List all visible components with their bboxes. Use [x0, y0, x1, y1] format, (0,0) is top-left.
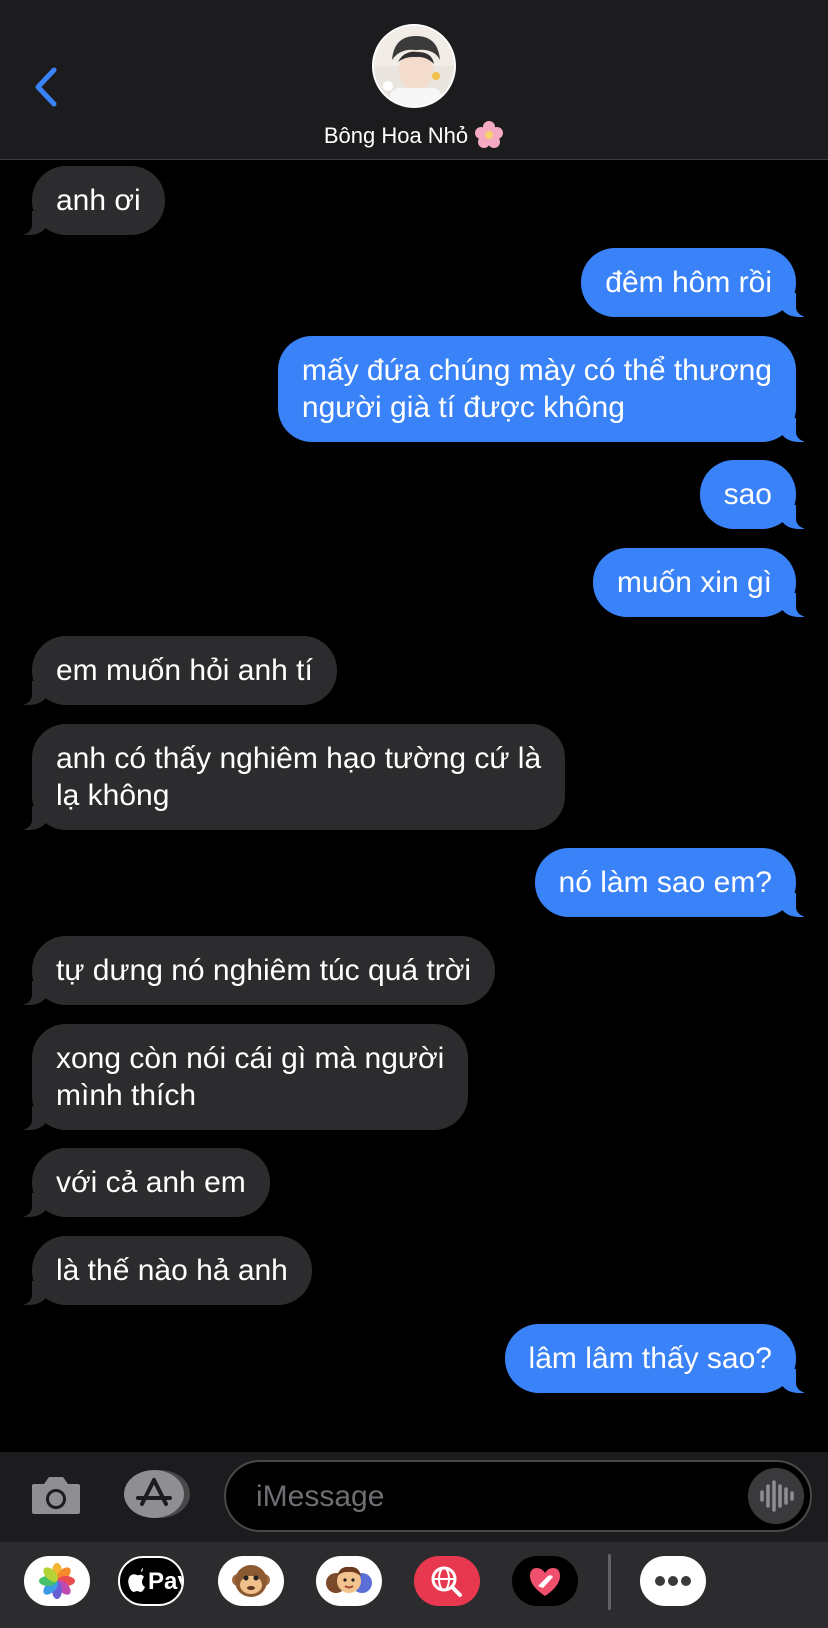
- conversation-header: Bông Hoa Nhỏ: [0, 0, 828, 160]
- cherry-blossom-icon: [475, 121, 504, 148]
- message-bubble-outgoing[interactable]: lâm lâm thấy sao?: [504, 1324, 815, 1393]
- message-line: là thế nào hả anh: [56, 1254, 288, 1287]
- message-line: với cả anh em: [56, 1166, 246, 1199]
- memoji-app-button[interactable]: [316, 1556, 382, 1606]
- apple-pay-label: Pay: [148, 1568, 182, 1595]
- message-bubble-incoming[interactable]: anh có thấy nghiêm hạo tường cứ là lạ khô…: [13, 724, 566, 830]
- monkey-emoji-icon: [232, 1565, 270, 1597]
- message-line: mình thích: [56, 1079, 197, 1112]
- message-line: lâm lâm thấy sao?: [528, 1342, 772, 1375]
- heart-touch-icon: [530, 1568, 560, 1596]
- animoji-app-button[interactable]: [218, 1556, 284, 1606]
- message-line: lạ không: [56, 779, 170, 812]
- chevron-left-icon: [35, 67, 57, 107]
- message-bubble-incoming[interactable]: em muốn hỏi anh tí: [14, 636, 337, 705]
- message-bubble-outgoing[interactable]: mấy đứa chúng mày có thể thương người già…: [277, 336, 815, 442]
- message-line: muốn xin gì: [616, 566, 772, 599]
- apple-pay-button[interactable]: Pay: [118, 1556, 184, 1606]
- apple-logo-icon: [128, 1568, 145, 1592]
- message-bubble-outgoing[interactable]: sao: [699, 460, 815, 529]
- back-button[interactable]: [30, 62, 66, 112]
- contact-name-label: Bông Hoa Nhỏ: [323, 123, 469, 148]
- message-line: người già tí được không: [301, 391, 625, 424]
- message-line: xong còn nói cái gì mà người: [56, 1042, 445, 1075]
- message-line: nó làm sao em?: [558, 866, 772, 899]
- message-bubble-incoming[interactable]: xong còn nói cái gì mà người mình thích: [13, 1024, 469, 1130]
- contact-name[interactable]: Bông Hoa Nhỏ: [0, 120, 828, 150]
- ellipsis-icon: [655, 1576, 691, 1586]
- web-search-app-button[interactable]: [414, 1556, 480, 1606]
- message-line: tự dưng nó nghiêm túc quá trời: [56, 954, 472, 987]
- message-line: em muốn hỏi anh tí: [56, 654, 313, 687]
- message-bubble-incoming[interactable]: với cả anh em: [14, 1148, 270, 1217]
- globe-search-icon: [431, 1566, 462, 1597]
- message-bubble-outgoing[interactable]: đêm hôm rồi: [581, 248, 814, 317]
- camera-button[interactable]: [28, 1470, 84, 1520]
- message-bubble-incoming[interactable]: anh ơi: [14, 166, 165, 235]
- app-store-icon: [124, 1470, 190, 1518]
- message-bubble-incoming[interactable]: tự dưng nó nghiêm túc quá trời: [13, 936, 496, 1005]
- photos-app-button[interactable]: [24, 1556, 90, 1606]
- message-bubble-incoming[interactable]: là thế nào hả anh: [14, 1236, 312, 1305]
- imessage-placeholder: iMessage: [256, 1480, 385, 1513]
- message-line: sao: [723, 478, 772, 511]
- message-line: đêm hôm rồi: [605, 266, 772, 299]
- app-drawer: Pay: [0, 1542, 828, 1628]
- contact-avatar[interactable]: [372, 24, 456, 108]
- message-list[interactable]: anh ơi đêm hôm rồi mấy đứa chúng mày có …: [0, 160, 828, 1452]
- message-line: anh có thấy nghiêm hạo tường cứ là: [56, 742, 542, 775]
- message-line: anh ơi: [56, 184, 141, 217]
- message-bubble-outgoing[interactable]: nó làm sao em?: [534, 848, 815, 917]
- message-bubble-outgoing[interactable]: muốn xin gì: [592, 548, 815, 617]
- digital-touch-app-button[interactable]: [512, 1556, 578, 1606]
- imessage-input[interactable]: iMessage: [224, 1460, 812, 1532]
- compose-bar: iMessage: [0, 1452, 828, 1542]
- waveform-icon: [760, 1480, 794, 1512]
- voice-message-button[interactable]: [748, 1468, 804, 1524]
- camera-icon: [32, 1477, 80, 1514]
- more-apps-button[interactable]: [640, 1556, 706, 1606]
- message-line: mấy đứa chúng mày có thể thương: [301, 354, 772, 387]
- app-store-button[interactable]: [124, 1468, 192, 1520]
- app-drawer-divider: [608, 1554, 611, 1610]
- photos-icon: [39, 1563, 75, 1599]
- memoji-icon: [326, 1566, 372, 1593]
